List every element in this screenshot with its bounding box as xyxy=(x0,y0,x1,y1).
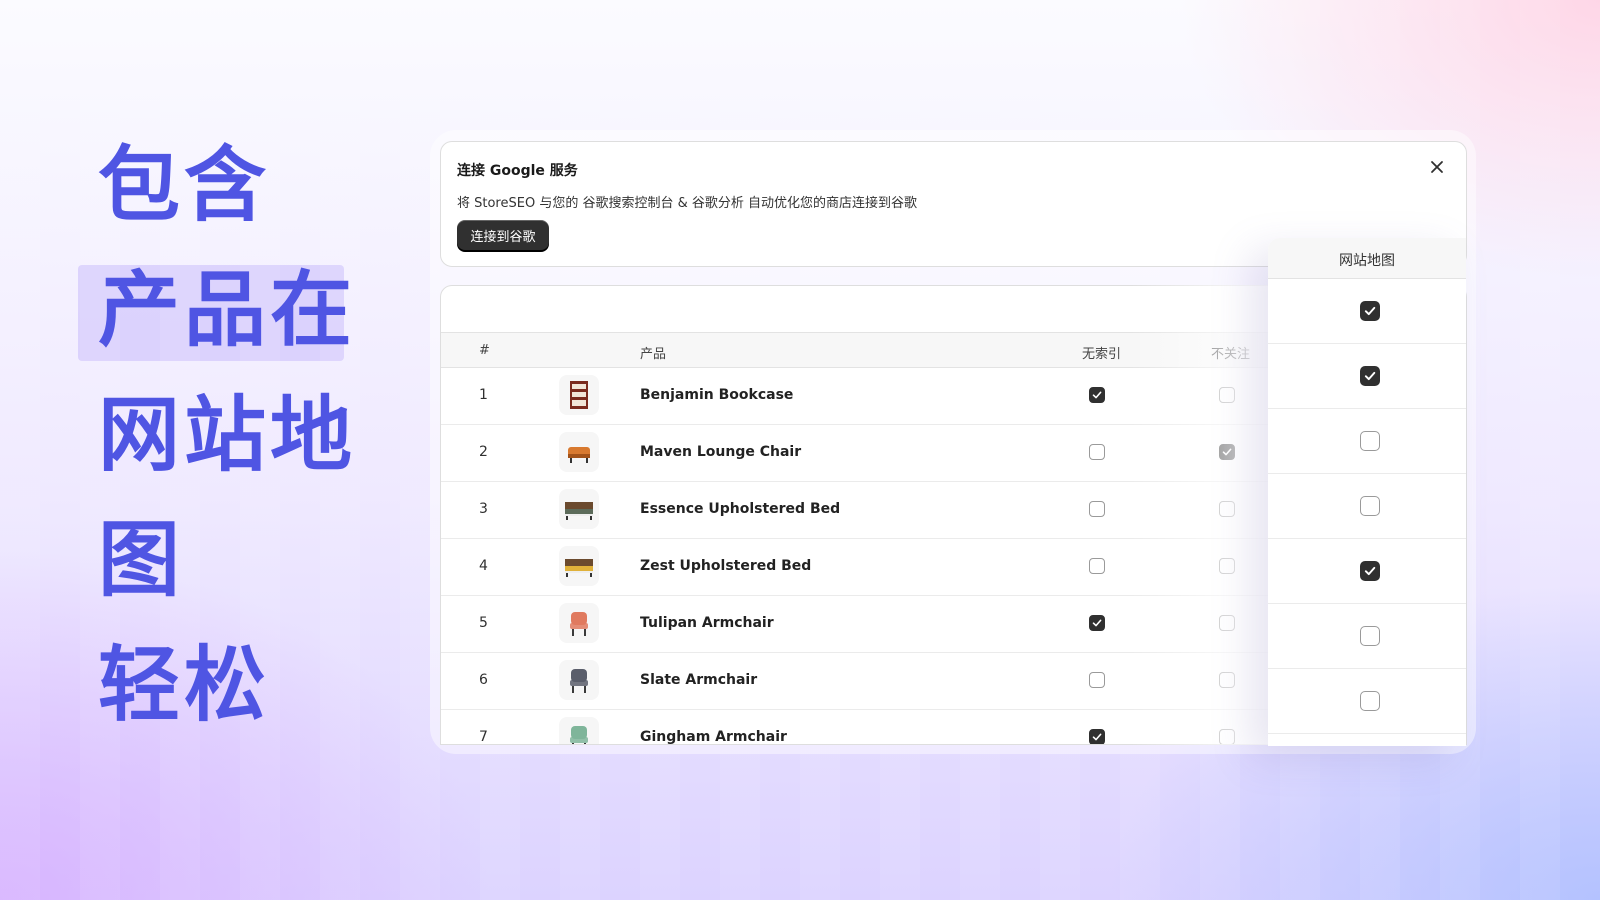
header-nofollow: 不关注 xyxy=(1211,347,1251,362)
sitemap-header: 网站地图 xyxy=(1268,238,1466,279)
row-index: 5 xyxy=(479,615,488,631)
sitemap-checkbox[interactable] xyxy=(1360,366,1380,386)
nofollow-checkbox[interactable] xyxy=(1219,729,1235,744)
product-name[interactable]: Tulipan Armchair xyxy=(640,615,774,631)
product-name[interactable]: Gingham Armchair xyxy=(640,729,787,744)
row-index: 7 xyxy=(479,729,488,745)
sitemap-checkbox[interactable] xyxy=(1360,496,1380,516)
sitemap-row xyxy=(1268,409,1466,474)
sitemap-row xyxy=(1268,279,1466,344)
noindex-checkbox[interactable] xyxy=(1089,387,1105,403)
connect-google-button[interactable]: 连接到谷歌 xyxy=(457,220,549,250)
noindex-checkbox[interactable] xyxy=(1089,444,1105,460)
sitemap-row xyxy=(1268,604,1466,669)
noindex-checkbox[interactable] xyxy=(1089,729,1105,744)
sitemap-checkbox[interactable] xyxy=(1360,561,1380,581)
product-name[interactable]: Benjamin Bookcase xyxy=(640,387,793,403)
noindex-checkbox[interactable] xyxy=(1089,558,1105,574)
nofollow-checkbox[interactable] xyxy=(1219,558,1235,574)
headline-line-1: 包含 xyxy=(98,138,271,233)
headline-line-5: 轻松 xyxy=(98,638,271,733)
row-index: 2 xyxy=(479,444,488,460)
header-noindex: 无索引 xyxy=(1082,347,1122,362)
headline-line-4: 图 xyxy=(98,513,185,608)
row-index: 3 xyxy=(479,501,488,517)
bed-icon xyxy=(559,489,599,529)
product-name[interactable]: Essence Upholstered Bed xyxy=(640,501,840,517)
headline-line-3: 网站地 xyxy=(98,388,357,483)
banner-title: 连接 Google 服务 xyxy=(457,163,578,179)
noindex-checkbox[interactable] xyxy=(1089,501,1105,517)
banner-description: 将 StoreSEO 与您的 谷歌搜索控制台 & 谷歌分析 自动优化您的商店连接… xyxy=(457,196,917,211)
sitemap-checkbox[interactable] xyxy=(1360,691,1380,711)
nofollow-checkbox[interactable] xyxy=(1219,615,1235,631)
sitemap-checkbox[interactable] xyxy=(1360,626,1380,646)
product-name[interactable]: Slate Armchair xyxy=(640,672,757,688)
product-name[interactable]: Zest Upholstered Bed xyxy=(640,558,811,574)
sitemap-row xyxy=(1268,669,1466,734)
header-product: 产品 xyxy=(640,347,667,362)
header-index: # xyxy=(479,343,490,358)
headline: 包含 产品在 网站地 图 轻松 xyxy=(77,138,357,765)
nofollow-checkbox[interactable] xyxy=(1219,672,1235,688)
sitemap-row xyxy=(1268,539,1466,604)
bed-icon xyxy=(559,546,599,586)
armchair-icon xyxy=(559,603,599,643)
nofollow-checkbox[interactable] xyxy=(1219,444,1235,460)
noindex-checkbox[interactable] xyxy=(1089,615,1105,631)
noindex-checkbox[interactable] xyxy=(1089,672,1105,688)
sitemap-row xyxy=(1268,474,1466,539)
sitemap-checkbox[interactable] xyxy=(1360,431,1380,451)
sitemap-column-panel: 网站地图 xyxy=(1268,238,1466,746)
row-index: 4 xyxy=(479,558,488,574)
row-index: 6 xyxy=(479,672,488,688)
sitemap-header-label: 网站地图 xyxy=(1339,253,1395,269)
nofollow-checkbox[interactable] xyxy=(1219,501,1235,517)
armchair-icon xyxy=(559,717,599,744)
armchair-icon xyxy=(559,660,599,700)
lounge-chair-icon xyxy=(559,432,599,472)
headline-line-2-highlighted: 产品在 xyxy=(77,265,356,390)
sitemap-row xyxy=(1268,344,1466,409)
nofollow-checkbox[interactable] xyxy=(1219,387,1235,403)
row-index: 1 xyxy=(479,387,488,403)
close-icon[interactable] xyxy=(1428,158,1446,176)
bookcase-icon xyxy=(559,375,599,415)
sitemap-checkbox[interactable] xyxy=(1360,301,1380,321)
product-name[interactable]: Maven Lounge Chair xyxy=(640,444,801,460)
